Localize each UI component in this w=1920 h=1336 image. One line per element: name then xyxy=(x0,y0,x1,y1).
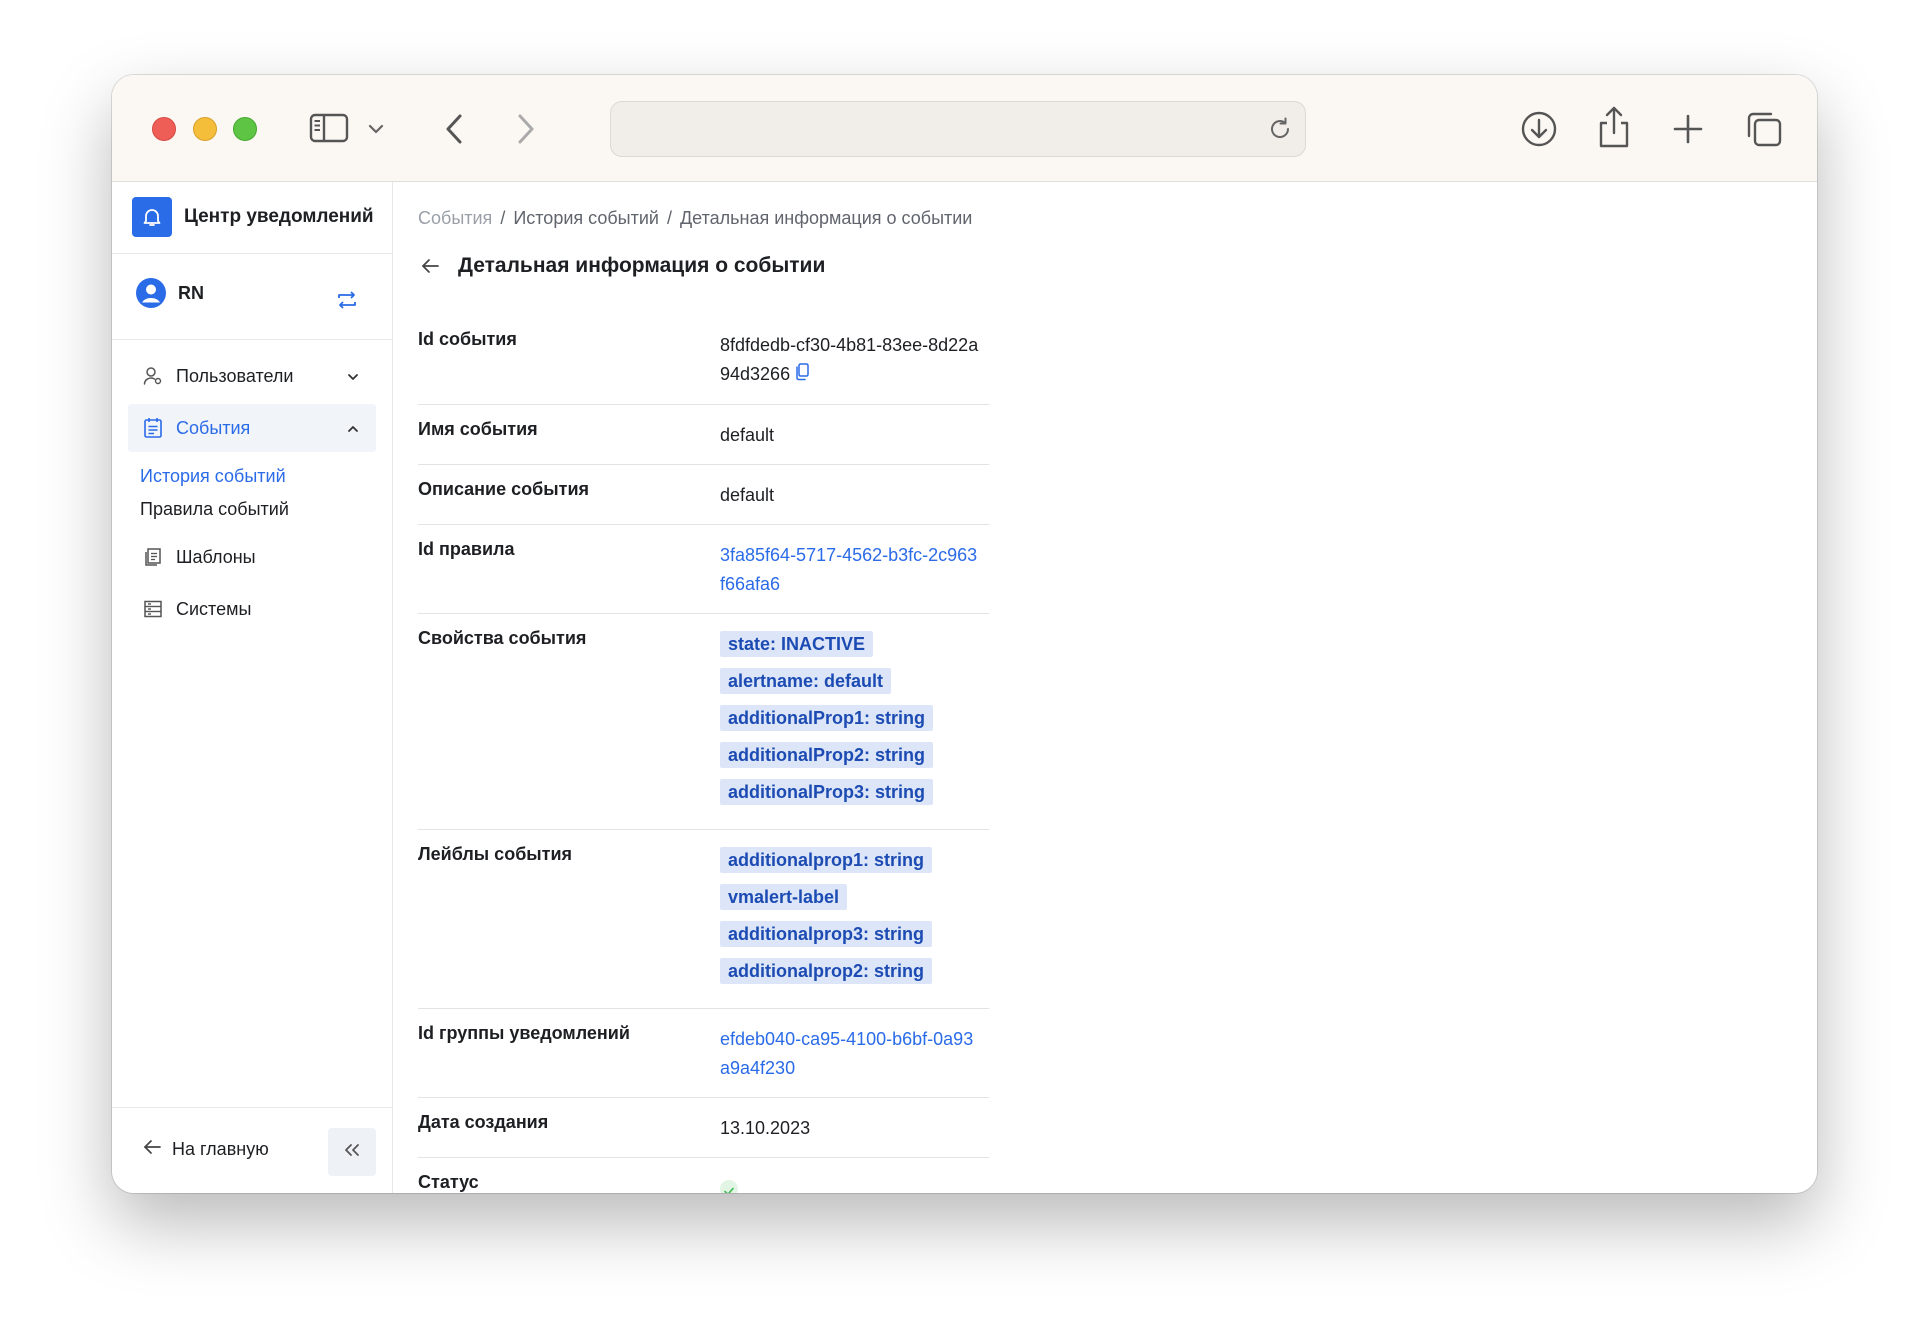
brand[interactable]: Центр уведомлений xyxy=(132,196,374,238)
detail-label: Дата создания xyxy=(418,1111,549,1132)
divider xyxy=(112,339,393,340)
breadcrumb-item-current: Детальная информация о событии xyxy=(679,208,973,228)
label-tag: additionalprop1: string xyxy=(720,846,932,873)
detail-label: Id правила xyxy=(418,538,515,559)
divider xyxy=(112,1107,393,1108)
breadcrumb-separator: / xyxy=(666,208,672,228)
event-details-table: Id события 8fdfdedb-cf30-4b81-83ee-8d22a… xyxy=(418,315,989,1193)
back-arrow-icon[interactable] xyxy=(418,254,442,278)
switch-account-icon[interactable] xyxy=(336,290,358,315)
labels-tags: additionalprop1: string vmalert-label ad… xyxy=(720,830,980,1008)
systems-icon xyxy=(142,598,164,620)
sidebar-item-label: Пользователи xyxy=(176,365,294,386)
detail-label: Лейблы события xyxy=(418,843,573,864)
user-avatar-icon xyxy=(136,278,166,308)
chevron-up-icon xyxy=(346,420,360,441)
reload-icon[interactable] xyxy=(1267,116,1293,147)
detail-label: Имя события xyxy=(418,418,538,439)
property-tag: additionalProp1: string xyxy=(720,704,934,731)
label-tag: additionalprop2: string xyxy=(720,957,932,984)
detail-row-status: Статус xyxy=(418,1158,989,1193)
sidebar-item-events[interactable]: События xyxy=(128,404,376,452)
event-description-value: default xyxy=(720,484,775,505)
bell-icon xyxy=(132,197,172,237)
user-name: RN xyxy=(178,282,204,303)
sidebar-item-label: Системы xyxy=(176,598,252,619)
event-name-value: default xyxy=(720,424,775,445)
sidebar-toggle-icon[interactable] xyxy=(308,111,350,145)
arrow-left-icon xyxy=(142,1138,162,1161)
user-profile[interactable]: RN xyxy=(136,278,204,308)
back-nav-icon[interactable] xyxy=(440,109,468,149)
collapse-sidebar-button[interactable] xyxy=(328,1128,376,1176)
forward-nav-icon[interactable] xyxy=(512,109,540,149)
detail-value: 8fdfdedb-cf30-4b81-83ee-8d22a94d3266 xyxy=(720,315,980,404)
users-gear-icon xyxy=(142,365,164,387)
minimize-window-button[interactable] xyxy=(193,117,217,141)
detail-label: Статус xyxy=(418,1171,479,1192)
sidebar-item-users[interactable]: Пользователи xyxy=(128,352,376,400)
detail-label: Id группы уведомлений xyxy=(418,1022,630,1043)
sidebar-item-label: События xyxy=(176,417,251,438)
detail-row-event-description: Описание события default xyxy=(418,465,989,525)
home-link[interactable]: На главную xyxy=(142,1138,269,1161)
detail-label: Описание события xyxy=(418,478,590,499)
zoom-window-button[interactable] xyxy=(233,117,257,141)
breadcrumb-separator: / xyxy=(500,208,506,228)
detail-row-event-name: Имя события default xyxy=(418,405,989,465)
calendar-list-icon xyxy=(142,417,164,439)
page-title: Детальная информация о событии xyxy=(458,254,826,277)
chevron-down-icon[interactable] xyxy=(364,119,388,139)
address-bar[interactable] xyxy=(610,101,1306,157)
sidebar-subitem-event-history[interactable]: История событий xyxy=(140,466,286,487)
detail-label: Свойства события xyxy=(418,627,587,648)
breadcrumb: События / История событий / Детальная ин… xyxy=(418,208,972,229)
label-tag: additionalprop3: string xyxy=(720,920,932,947)
properties-tags: state: INACTIVE alertname: default addit… xyxy=(720,614,980,829)
browser-toolbar xyxy=(112,75,1817,182)
sidebar-subitem-event-rules[interactable]: Правила событий xyxy=(140,499,289,520)
main-content: События / История событий / Детальная ин… xyxy=(393,182,1817,1193)
breadcrumb-item-history[interactable]: История событий xyxy=(513,208,659,229)
label-tag: vmalert-label xyxy=(720,883,848,910)
property-tag: alertname: default xyxy=(720,667,892,694)
templates-icon xyxy=(142,546,164,568)
close-window-button[interactable] xyxy=(152,117,176,141)
detail-row-labels: Лейблы события additionalprop1: string v… xyxy=(418,830,989,1009)
url-input[interactable] xyxy=(627,112,1247,146)
new-tab-icon[interactable] xyxy=(1668,109,1708,149)
group-id-link[interactable]: efdeb040-ca95-4100-b6bf-0a93a9a4f230 xyxy=(720,1009,980,1097)
copy-icon[interactable] xyxy=(795,361,809,390)
property-tag: additionalProp2: string xyxy=(720,741,934,768)
check-icon xyxy=(720,1180,738,1193)
event-id-value: 8fdfdedb-cf30-4b81-83ee-8d22a94d3266 xyxy=(720,335,979,384)
detail-row-created: Дата создания 13.10.2023 xyxy=(418,1098,989,1158)
breadcrumb-item-events[interactable]: События xyxy=(418,208,492,229)
home-link-label: На главную xyxy=(172,1139,269,1159)
app-title: Центр уведомлений xyxy=(184,206,374,227)
double-chevron-left-icon xyxy=(343,1142,361,1163)
sidebar-item-label: Шаблоны xyxy=(176,546,256,567)
sidebar: Центр уведомлений RN Пользователи Событи… xyxy=(112,182,393,1193)
chevron-down-icon xyxy=(346,368,360,389)
created-date-value: 13.10.2023 xyxy=(720,1117,811,1138)
detail-row-properties: Свойства события state: INACTIVE alertna… xyxy=(418,614,989,830)
detail-row-rule-id: Id правила 3fa85f64-5717-4562-b3fc-2c963… xyxy=(418,525,989,614)
divider xyxy=(112,253,393,254)
rule-id-link[interactable]: 3fa85f64-5717-4562-b3fc-2c963f66afa6 xyxy=(720,525,980,613)
detail-label: Id события xyxy=(418,329,517,349)
page-header: Детальная информация о событии xyxy=(418,254,825,278)
sidebar-item-systems[interactable]: Системы xyxy=(128,585,376,633)
download-icon[interactable] xyxy=(1517,107,1561,151)
sidebar-item-templates[interactable]: Шаблоны xyxy=(128,533,376,581)
tab-overview-icon[interactable] xyxy=(1742,107,1786,151)
browser-window: Центр уведомлений RN Пользователи Событи… xyxy=(112,75,1817,1193)
status-value xyxy=(720,1158,980,1193)
property-tag: additionalProp3: string xyxy=(720,778,934,805)
share-icon[interactable] xyxy=(1594,103,1634,151)
property-tag: state: INACTIVE xyxy=(720,630,874,657)
detail-row-group-id: Id группы уведомлений efdeb040-ca95-4100… xyxy=(418,1009,989,1098)
detail-row-event-id: Id события 8fdfdedb-cf30-4b81-83ee-8d22a… xyxy=(418,315,989,405)
